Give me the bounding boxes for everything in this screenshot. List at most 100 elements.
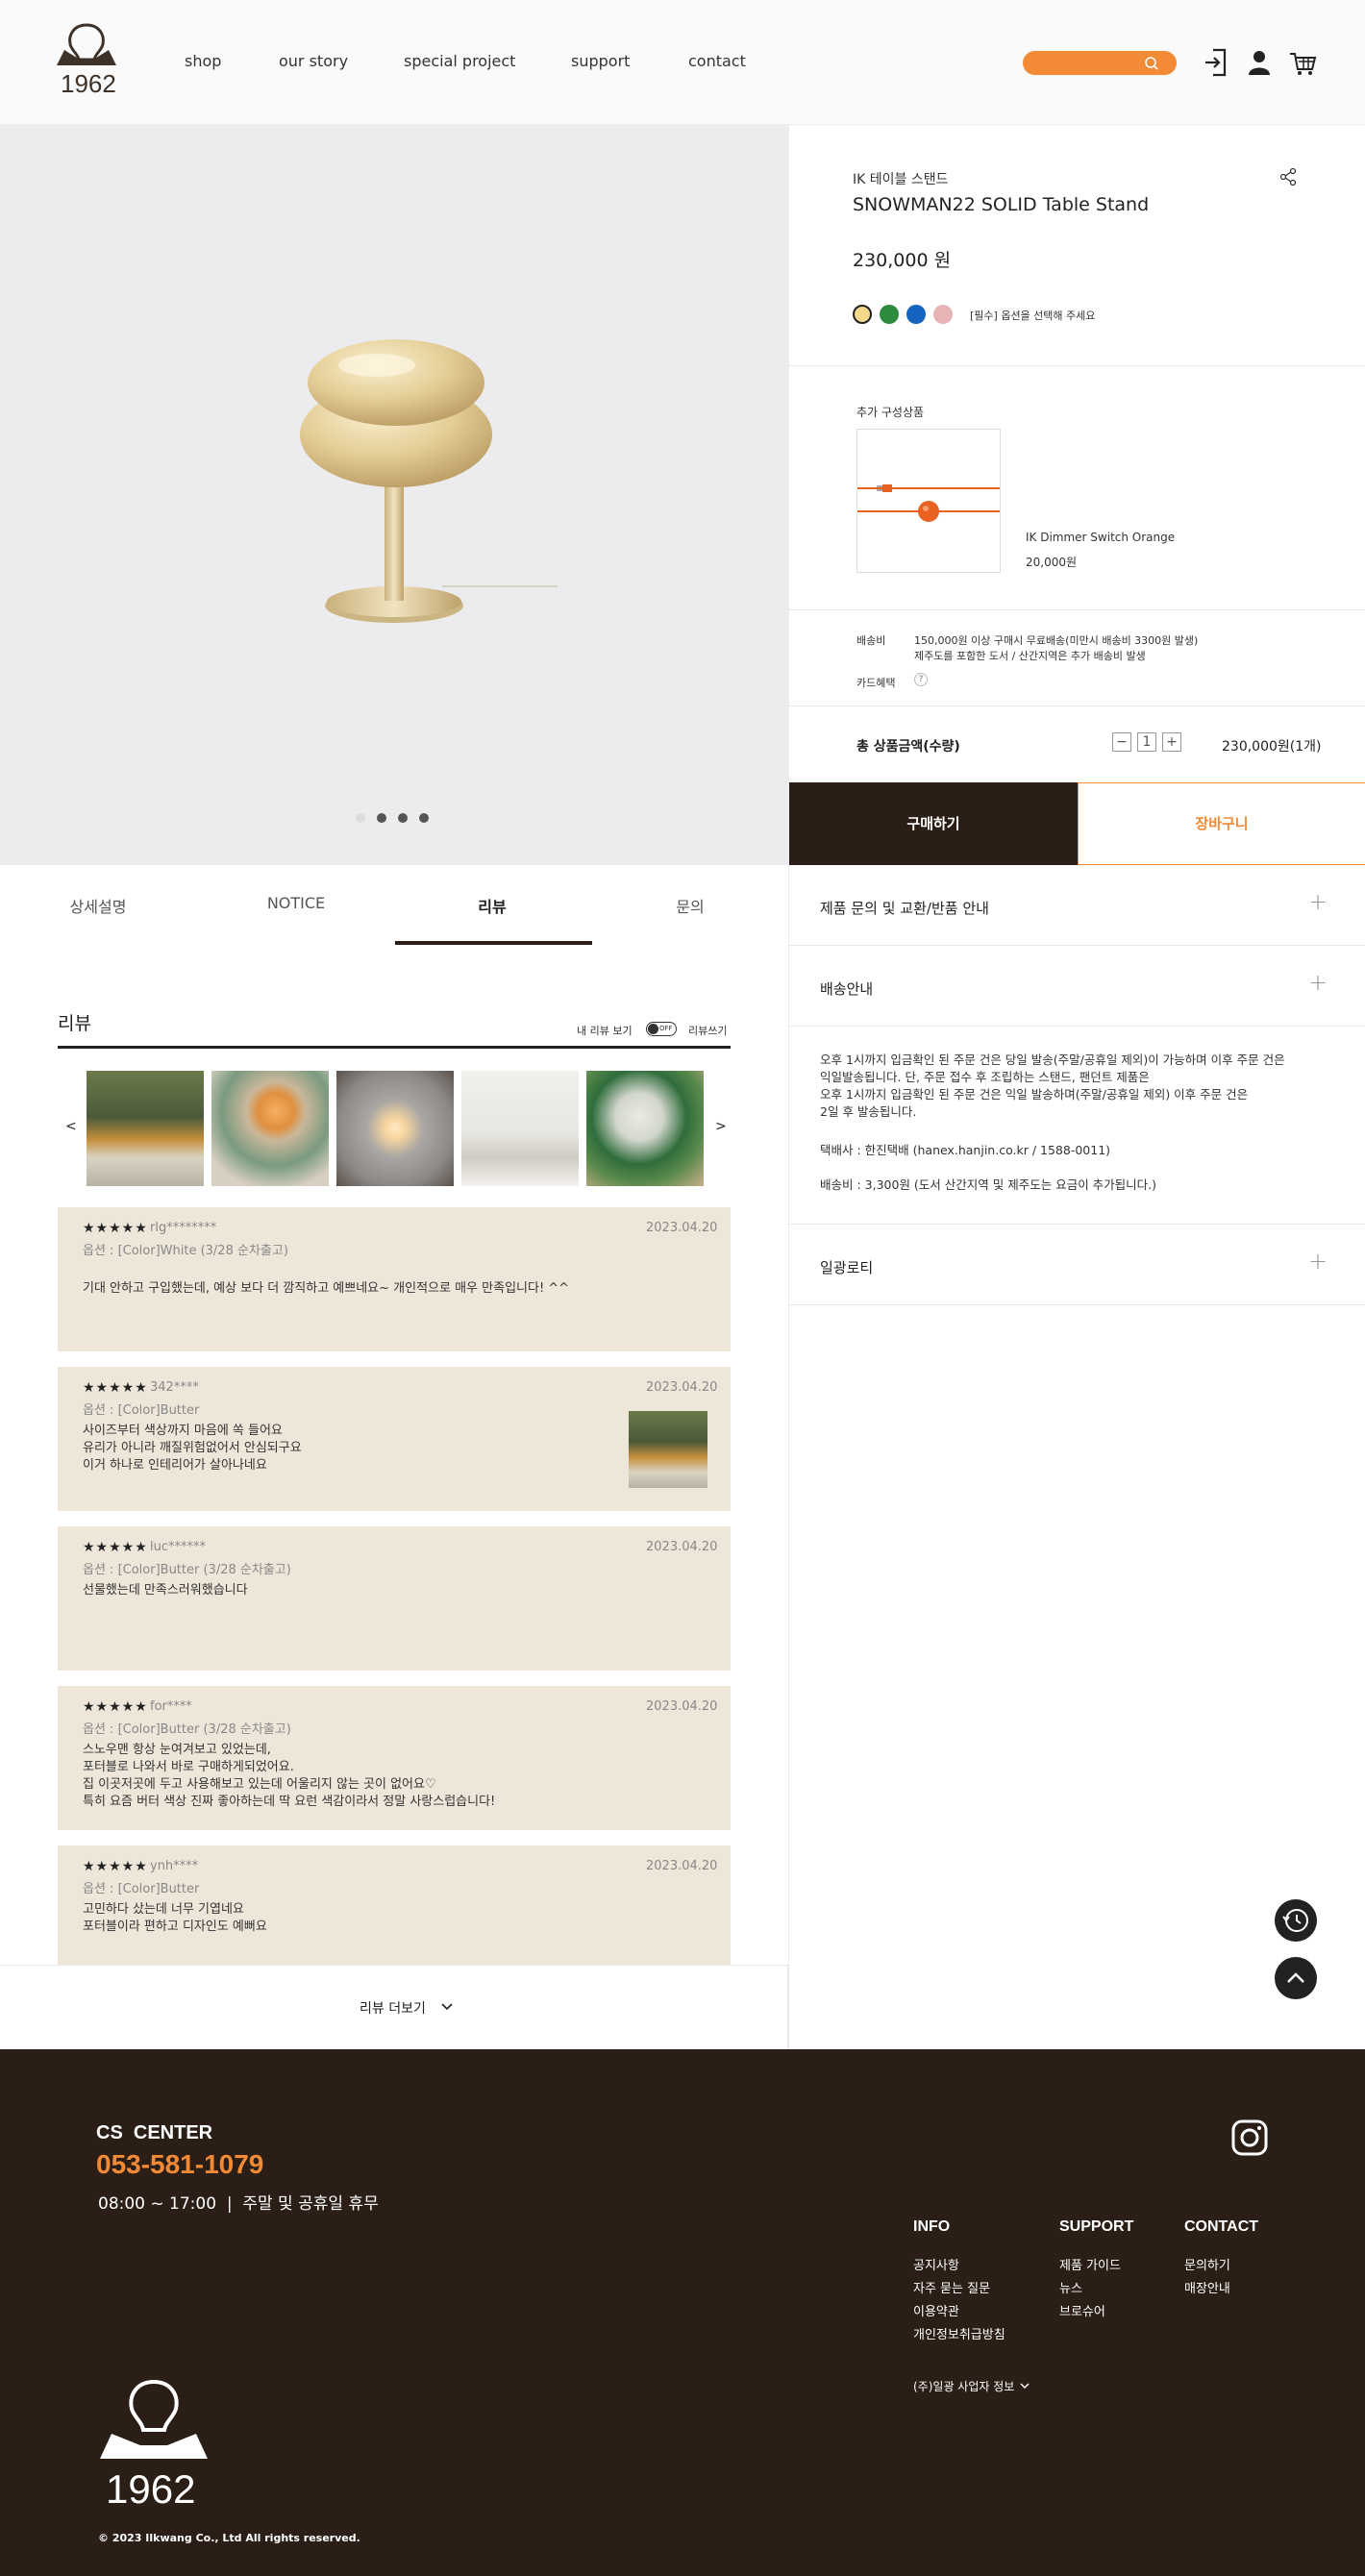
plus-icon[interactable]: +	[1308, 969, 1328, 996]
review-card[interactable]: ★★★★★ 342**** 2023.04.20 옵션 : [Color]But…	[58, 1367, 731, 1511]
cart-button-label: 장바구니	[1195, 815, 1249, 832]
tab-notice[interactable]: NOTICE	[200, 894, 392, 912]
user-icon[interactable]	[1245, 46, 1274, 79]
accordion-item-shipping[interactable]: 배송안내 +	[789, 946, 1365, 1027]
accordion-title: 배송안내	[820, 980, 874, 998]
plus-icon[interactable]: +	[1308, 888, 1328, 915]
reviewer-name: for****	[150, 1699, 192, 1714]
accordion-item-company[interactable]: 일광로티 +	[789, 1225, 1365, 1305]
review-photo-2[interactable]	[211, 1071, 329, 1186]
review-card[interactable]: ★★★★★ luc****** 2023.04.20 옵션 : [Color]B…	[58, 1526, 731, 1671]
buy-button-label: 구매하기	[906, 815, 960, 832]
footer-link-guide[interactable]: 제품 가이드	[1059, 2255, 1121, 2273]
more-reviews-label: 리뷰 더보기	[360, 2001, 426, 2017]
review-text: 고민하다 샀는데 너무 기엽네요 포터블이라 편하고 디자인도 예뻐요	[83, 1902, 267, 1934]
reviewer-name: rlg********	[150, 1221, 217, 1235]
company-info-toggle[interactable]: (주)일광 사업자 정보	[913, 2378, 1014, 2394]
gallery-dot-2[interactable]	[377, 813, 386, 823]
courier-info: 택배사 : 한진택배 (hanex.hanjin.co.kr / 1588-00…	[820, 1143, 1111, 1157]
logo[interactable]: 1962	[53, 21, 120, 104]
gallery-dot-3[interactable]	[398, 813, 408, 823]
review-option: 옵션 : [Color]Butter (3/28 순차출고)	[83, 1563, 291, 1577]
my-review-toggle[interactable]: OFF	[646, 1022, 677, 1036]
review-attached-photo[interactable]	[629, 1411, 707, 1488]
card-benefit-label: 카드혜택	[856, 677, 896, 689]
review-photo-1[interactable]	[87, 1071, 204, 1186]
review-text: 선물했는데 만족스러워했습니다	[83, 1583, 248, 1598]
footer-link-stores[interactable]: 매장안내	[1184, 2278, 1230, 2296]
photo-next-button[interactable]: >	[715, 1119, 727, 1134]
footer-link-inquiry[interactable]: 문의하기	[1184, 2255, 1230, 2273]
footer-link-privacy[interactable]: 개인정보취급방침	[913, 2324, 1005, 2342]
review-photo-3[interactable]	[336, 1071, 454, 1186]
color-swatch-butter[interactable]	[853, 305, 872, 324]
shipping-label: 배송비	[856, 634, 886, 647]
review-text: 기대 안하고 구입했는데, 예상 보다 더 깜직하고 예쁘네요~ 개인적으로 매…	[83, 1281, 570, 1296]
review-text: 사이즈부터 색상까지 마음에 쏙 들어요 유리가 아니라 깨질위험없어서 안심되…	[83, 1424, 302, 1473]
color-swatch-blue[interactable]	[906, 305, 926, 324]
footer-link-news[interactable]: 뉴스	[1059, 2278, 1082, 2296]
search-icon[interactable]	[1144, 56, 1159, 71]
product-name: SNOWMAN22 SOLID Table Stand	[853, 194, 1150, 215]
card-benefit-info-icon[interactable]: ?	[914, 673, 928, 686]
footer-link-brochure[interactable]: 브로슈어	[1059, 2301, 1105, 2319]
review-card[interactable]: ★★★★★ rlg******** 2023.04.20 옵션 : [Color…	[58, 1207, 731, 1351]
footer-link-terms[interactable]: 이용약관	[913, 2301, 959, 2319]
instagram-icon[interactable]	[1230, 2118, 1269, 2157]
gallery-dot-4[interactable]	[419, 813, 429, 823]
color-swatch-green[interactable]	[880, 305, 899, 324]
nav-shop[interactable]: shop	[185, 52, 221, 70]
recent-view-button[interactable]	[1275, 1899, 1317, 1942]
review-date: 2023.04.20	[646, 1540, 718, 1554]
nav-our-story[interactable]: our story	[279, 52, 348, 70]
review-date: 2023.04.20	[646, 1380, 718, 1395]
product-category: IK 테이블 스탠드	[853, 172, 949, 187]
reviewer-name: luc******	[150, 1540, 206, 1554]
review-date: 2023.04.20	[646, 1699, 718, 1714]
color-swatch-pink[interactable]	[933, 305, 953, 324]
scroll-top-button[interactable]	[1275, 1957, 1317, 1999]
chevron-down-icon[interactable]	[1019, 2382, 1030, 2390]
nav-special-project[interactable]: special project	[404, 52, 515, 70]
review-option: 옵션 : [Color]Butter	[83, 1882, 200, 1896]
copyright: © 2023 Ilkwang Co., Ltd All rights reser…	[98, 2532, 360, 2544]
cart-button[interactable]: 장바구니	[1078, 782, 1365, 865]
qty-minus-button[interactable]: −	[1112, 732, 1131, 752]
photo-prev-button[interactable]: <	[65, 1119, 77, 1134]
qty-plus-button[interactable]: +	[1162, 732, 1181, 752]
footer-link-faq[interactable]: 자주 묻는 질문	[913, 2278, 990, 2296]
buy-button[interactable]: 구매하기	[789, 782, 1078, 865]
cs-phone[interactable]: 053-581-1079	[96, 2149, 263, 2180]
addon-thumbnail[interactable]	[856, 429, 1001, 573]
plus-icon[interactable]: +	[1308, 1248, 1328, 1275]
review-section-title: 리뷰	[58, 1013, 91, 1034]
login-icon[interactable]	[1202, 46, 1230, 79]
addon-price: 20,000원	[1026, 556, 1078, 569]
tab-inquiry[interactable]: 문의	[594, 894, 786, 917]
gallery-dot-1[interactable]	[356, 813, 365, 823]
accordion-item-inquiry[interactable]: 제품 문의 및 교환/반품 안내 +	[789, 865, 1365, 946]
search-input[interactable]	[1023, 51, 1177, 75]
product-gallery[interactable]	[0, 125, 788, 865]
review-card[interactable]: ★★★★★ for**** 2023.04.20 옵션 : [Color]But…	[58, 1686, 731, 1830]
review-rating: ★★★★★	[83, 1221, 148, 1236]
review-card[interactable]: ★★★★★ ynh**** 2023.04.20 옵션 : [Color]But…	[58, 1845, 731, 1965]
qty-value[interactable]: 1	[1137, 732, 1156, 752]
write-review-link[interactable]: 리뷰쓰기	[688, 1023, 727, 1038]
nav-support[interactable]: support	[571, 52, 630, 70]
review-text: 스노우맨 항상 눈여겨보고 있었는데, 포터블로 나와서 바로 구매하게되었어요…	[83, 1743, 496, 1809]
review-option: 옵션 : [Color]Butter	[83, 1403, 200, 1418]
review-option: 옵션 : [Color]White (3/28 순차출고)	[83, 1244, 288, 1258]
more-reviews-button[interactable]: 리뷰 더보기	[0, 1965, 788, 2049]
share-icon[interactable]	[1279, 167, 1297, 186]
cs-hours: 08:00 ~ 17:00 | 주말 및 공휴일 휴무	[98, 2194, 379, 2214]
toggle-state: OFF	[659, 1025, 673, 1032]
tab-review[interactable]: 리뷰	[396, 894, 588, 917]
review-photo-5[interactable]	[586, 1071, 704, 1186]
tab-detail[interactable]: 상세설명	[2, 894, 194, 917]
addon-name: IK Dimmer Switch Orange	[1026, 531, 1176, 544]
review-photo-4[interactable]	[461, 1071, 579, 1186]
footer-link-notice[interactable]: 공지사항	[913, 2255, 959, 2273]
cart-icon[interactable]	[1288, 46, 1317, 79]
nav-contact[interactable]: contact	[688, 52, 746, 70]
